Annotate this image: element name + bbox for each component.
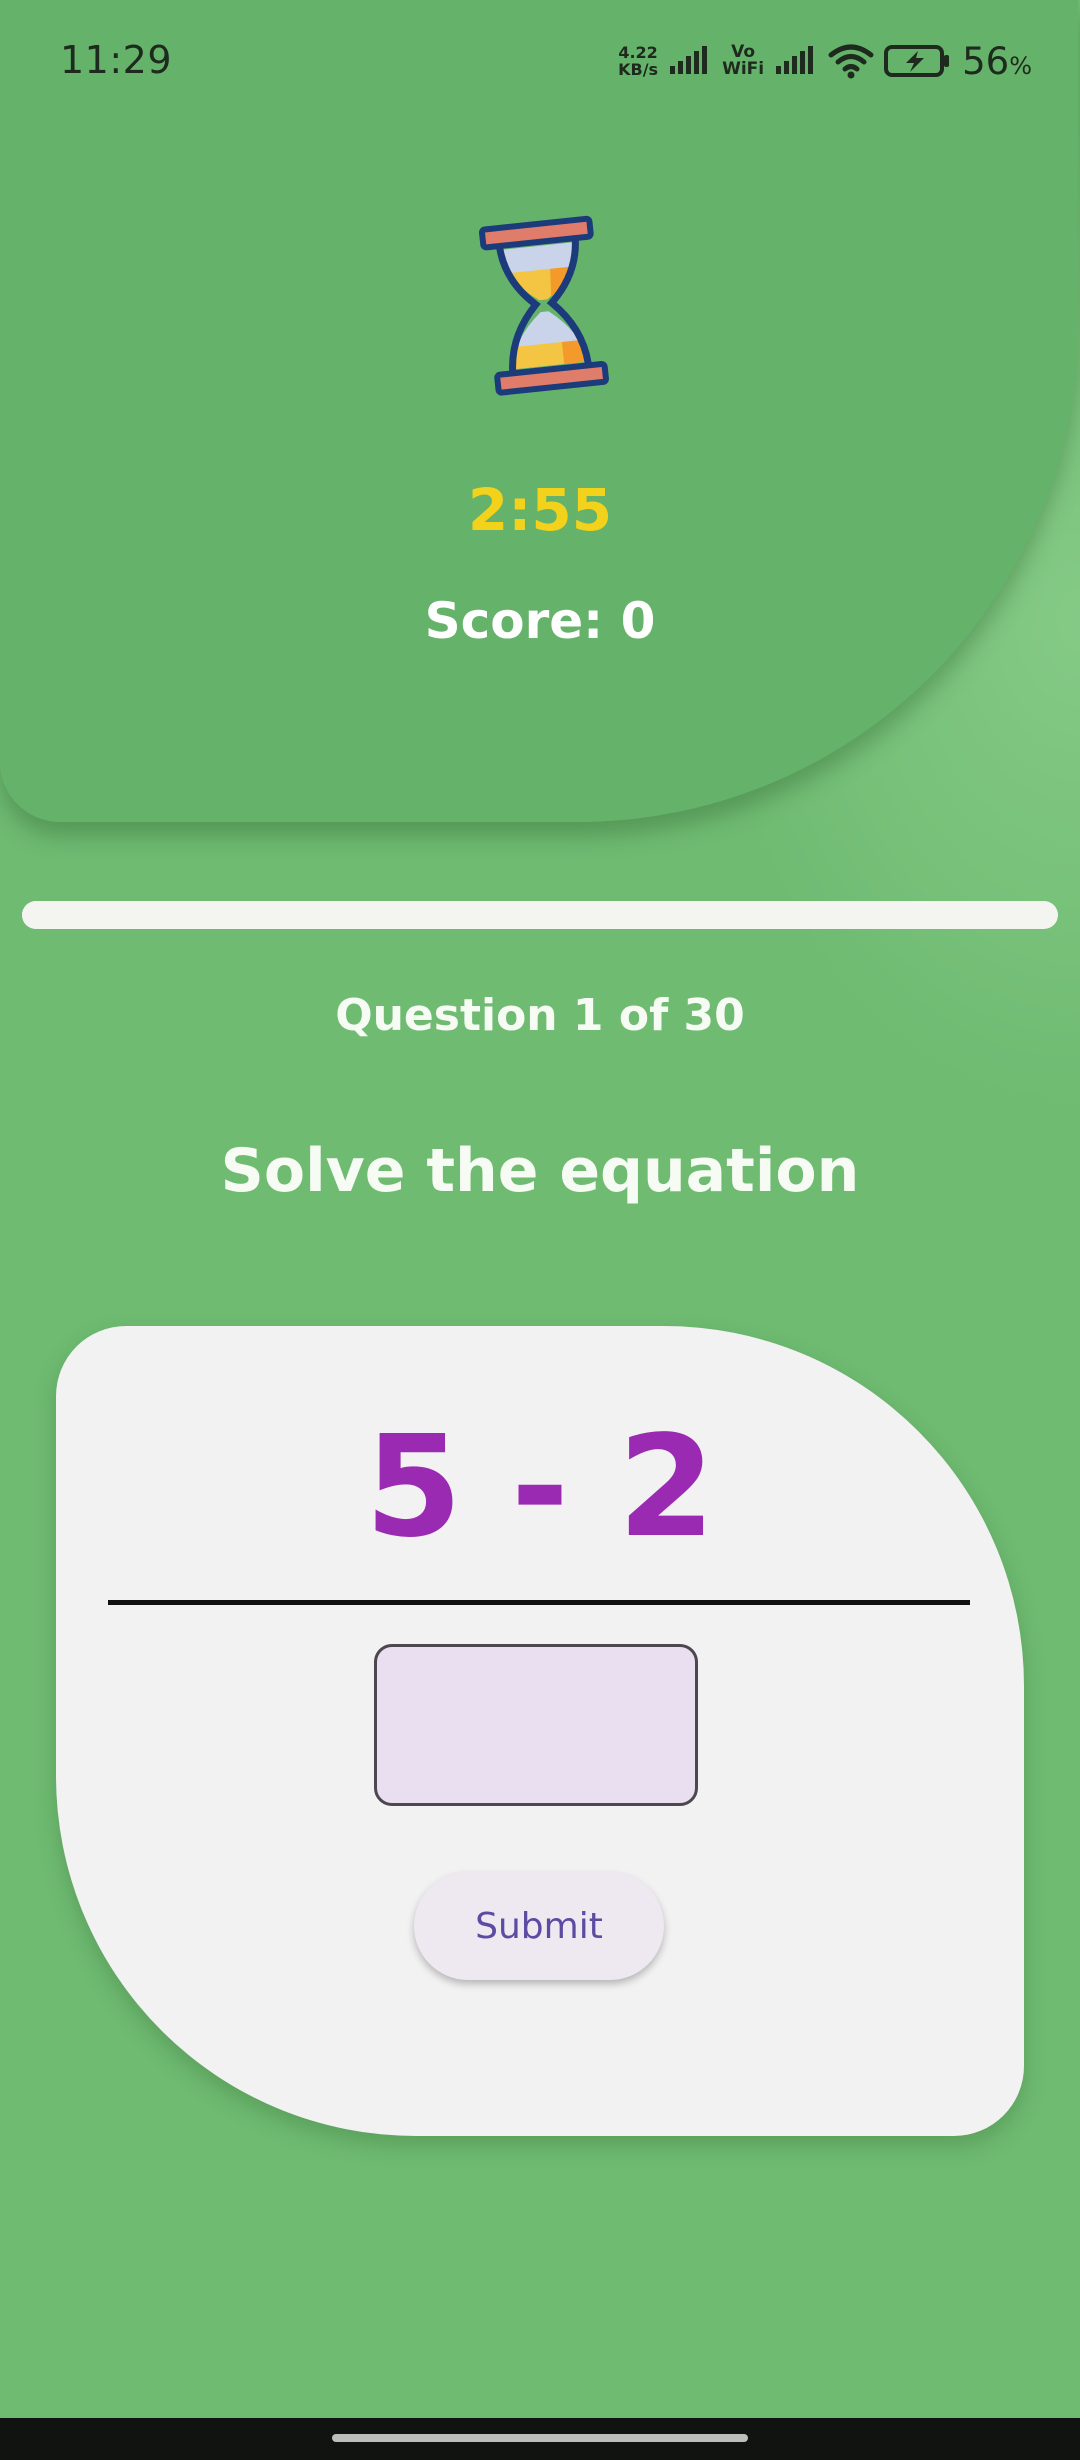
- network-speed-value: 4.22: [618, 43, 658, 62]
- countdown-timer: 2:55: [467, 476, 613, 544]
- status-icons: 4.22 KB/s Vo WiFi 56%: [618, 36, 1032, 86]
- network-speed-unit: KB/s: [618, 60, 659, 79]
- wifi-icon: [828, 44, 874, 79]
- instruction-heading: Solve the equation: [220, 1136, 860, 1206]
- navigation-bar: [0, 2418, 1080, 2460]
- submit-button[interactable]: Submit: [414, 1872, 664, 1980]
- hourglass-icon: [479, 215, 609, 396]
- cellular-signal-icon: [670, 46, 708, 74]
- progress-bar: [22, 901, 1058, 929]
- network-speed: 4.22 KB/s: [618, 44, 658, 78]
- battery-percent: 56%: [962, 40, 1032, 83]
- vowifi-indicator: Vo WiFi: [722, 44, 764, 78]
- status-bar: 11:29 4.22 KB/s Vo WiFi 56%: [0, 0, 1080, 128]
- vowifi-bottom: WiFi: [722, 59, 765, 79]
- score-label: Score: 0: [424, 592, 656, 650]
- home-gesture-handle[interactable]: [332, 2434, 748, 2442]
- equation-card: 5 - 2 Submit: [56, 1326, 1024, 2136]
- equation-divider: [108, 1600, 970, 1605]
- battery-percent-value: 56: [962, 39, 1010, 83]
- battery-percent-unit: %: [1009, 51, 1032, 80]
- answer-input[interactable]: [374, 1644, 698, 1806]
- progress-bar-fill: [22, 901, 57, 929]
- equation-text: 5 - 2: [364, 1406, 716, 1569]
- status-time: 11:29: [60, 38, 173, 82]
- battery-charging-icon: [884, 45, 950, 77]
- question-counter: Question 1 of 30: [335, 990, 745, 1041]
- cellular-signal-2-icon: [776, 46, 814, 74]
